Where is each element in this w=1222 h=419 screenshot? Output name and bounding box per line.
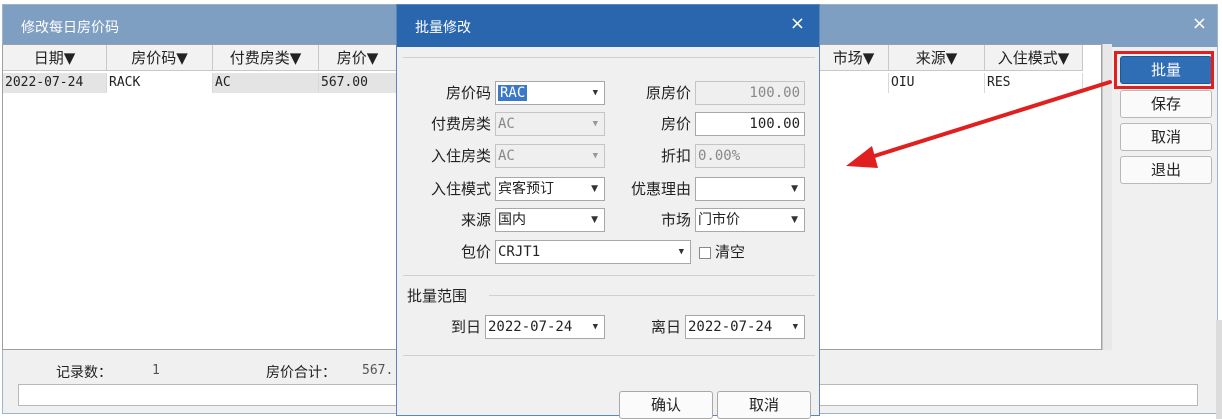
save-button[interactable]: 保存 [1120, 90, 1212, 118]
leave-date-value: 2022-07-24 [688, 319, 773, 335]
exit-button[interactable]: 退出 [1120, 156, 1212, 184]
discount-reason-label: 优惠理由 [630, 180, 691, 198]
checkin-room-type-value: AC [498, 148, 515, 164]
column-header-source[interactable]: 来源▼ [889, 45, 985, 71]
divider [403, 355, 815, 356]
chevron-down-icon: ▼ [791, 184, 798, 194]
checkin-mode-value: 宾客预订 [498, 181, 554, 197]
source-label: 来源 [460, 211, 491, 229]
leave-date-picker[interactable]: 2022-07-24 ▼ [685, 315, 805, 339]
paid-room-type-value: AC [498, 116, 515, 132]
package-label: 包价 [460, 243, 491, 261]
dialog-title: 批量修改 [415, 20, 471, 36]
discount-reason-select[interactable]: ▼ [695, 177, 805, 201]
chevron-down-icon: ▼ [792, 322, 798, 332]
chevron-down-icon: ▼ [791, 215, 798, 225]
column-header-checkin-mode[interactable]: 入住模式▼ [985, 45, 1083, 71]
column-header-room-type[interactable]: 付费房类▼ [213, 45, 319, 71]
chevron-down-icon: ▼ [591, 184, 598, 194]
checkin-mode-select[interactable]: 宾客预订 ▼ [495, 177, 605, 201]
source-value: 国内 [498, 212, 526, 228]
column-header-rate-code[interactable]: 房价码▼ [107, 45, 213, 71]
checkin-room-type-label: 入住房类 [430, 147, 491, 165]
paid-room-type-label: 付费房类 [430, 115, 491, 133]
dialog-titlebar: 批量修改 × [397, 5, 819, 47]
table-cell-date[interactable]: 2022-07-24 [3, 73, 107, 93]
column-header-market[interactable]: 市场▼ [819, 45, 889, 71]
divider [489, 295, 815, 296]
window-title: 修改每日房价码 [21, 20, 119, 36]
rate-code-select[interactable]: RAC ▼ [495, 81, 605, 105]
chevron-down-icon: ▼ [592, 119, 598, 129]
checkin-room-type-select[interactable]: AC ▼ [495, 144, 605, 168]
clear-label: 清空 [715, 243, 746, 261]
record-count-label: 记录数： [56, 365, 112, 381]
to-date-label: 到日 [450, 318, 481, 336]
market-value: 门市价 [698, 212, 740, 228]
price-total-label: 房价合计： [266, 365, 336, 381]
red-arrow-annotation [846, 80, 1112, 168]
rate-code-label: 房价码 [445, 84, 491, 102]
table-cell-room-type[interactable]: AC [213, 73, 319, 93]
clear-checkbox[interactable] [699, 247, 711, 259]
cancel-button[interactable]: 取消 [1120, 123, 1212, 151]
paid-room-type-select[interactable]: AC ▼ [495, 112, 605, 136]
table-cell-price[interactable]: 567.00 [319, 73, 397, 93]
chevron-down-icon: ▼ [592, 322, 598, 332]
close-icon[interactable]: × [790, 14, 805, 34]
market-select[interactable]: 门市价 ▼ [695, 208, 805, 232]
package-select[interactable]: CRJT1 ▼ [495, 240, 691, 264]
batch-edit-dialog: 批量修改 × 房价码 RAC ▼ 付费房类 AC ▼ 入住房类 AC ▼ 入住模… [396, 4, 820, 419]
chevron-down-icon: ▼ [592, 151, 598, 161]
chevron-down-icon: ▼ [592, 88, 598, 98]
divider [403, 275, 815, 276]
market-label: 市场 [660, 211, 691, 229]
batch-range-title: 批量范围 [407, 287, 468, 305]
column-header-price[interactable]: 房价▼ [319, 45, 397, 71]
to-date-picker[interactable]: 2022-07-24 ▼ [485, 315, 605, 339]
divider [403, 57, 815, 58]
rate-code-value: RAC [498, 85, 528, 101]
checkin-mode-label: 入住模式 [430, 180, 491, 198]
source-select[interactable]: 国内 ▼ [495, 208, 605, 232]
record-count-value: 1 [152, 363, 160, 378]
price-label: 房价 [660, 115, 691, 133]
close-icon[interactable]: × [1192, 14, 1207, 34]
price-total-value: 567. [362, 363, 394, 378]
to-date-value: 2022-07-24 [488, 319, 573, 335]
original-price-field[interactable]: 100.00 [695, 81, 805, 105]
price-input[interactable]: 100.00 [695, 112, 805, 136]
original-price-label: 原房价 [645, 84, 691, 102]
column-header-date[interactable]: 日期▼ [3, 45, 107, 71]
window-edge [1216, 320, 1222, 419]
discount-field[interactable]: 0.00% [695, 144, 805, 168]
dialog-cancel-button[interactable]: 取消 [717, 391, 811, 419]
leave-date-label: 离日 [650, 318, 681, 336]
discount-label: 折扣 [660, 147, 691, 165]
batch-button-highlight [1114, 51, 1214, 89]
table-cell-rate-code[interactable]: RACK [107, 73, 213, 93]
chevron-down-icon: ▼ [678, 247, 684, 257]
confirm-button[interactable]: 确认 [619, 391, 713, 419]
chevron-down-icon: ▼ [591, 215, 598, 225]
package-value: CRJT1 [498, 244, 541, 260]
